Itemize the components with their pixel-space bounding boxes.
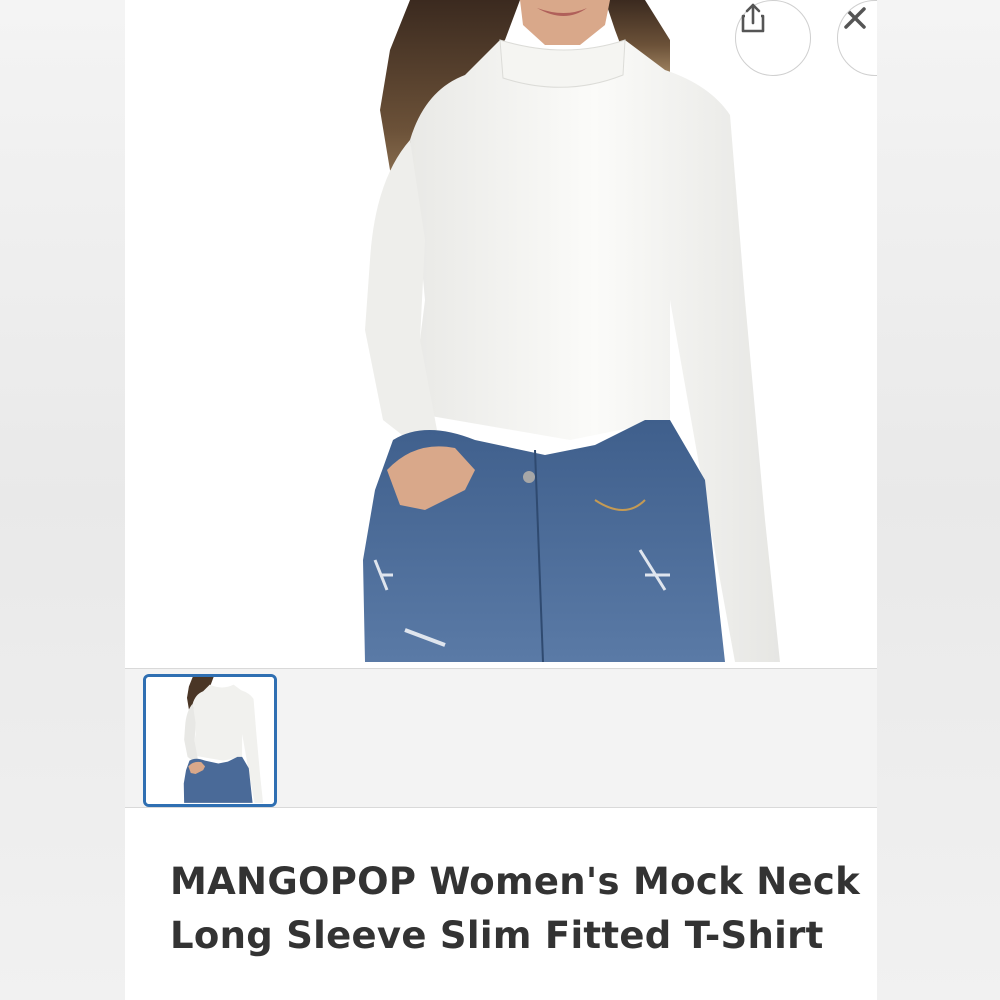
left-backdrop — [0, 0, 125, 1000]
product-title: MANGOPOP Women's Mock Neck Long Sleeve S… — [170, 860, 861, 957]
product-main-image[interactable] — [125, 0, 877, 668]
product-page: MANGOPOP Women's Mock Neck Long Sleeve S… — [125, 0, 877, 1000]
share-button[interactable] — [735, 0, 811, 76]
thumbnail-strip — [125, 668, 877, 808]
product-photo — [363, 0, 780, 663]
share-icon — [741, 3, 765, 33]
right-backdrop — [877, 0, 1000, 1000]
thumbnail-item-selected[interactable] — [143, 674, 277, 807]
thumbnail-photo — [146, 677, 274, 804]
close-icon — [844, 7, 866, 29]
